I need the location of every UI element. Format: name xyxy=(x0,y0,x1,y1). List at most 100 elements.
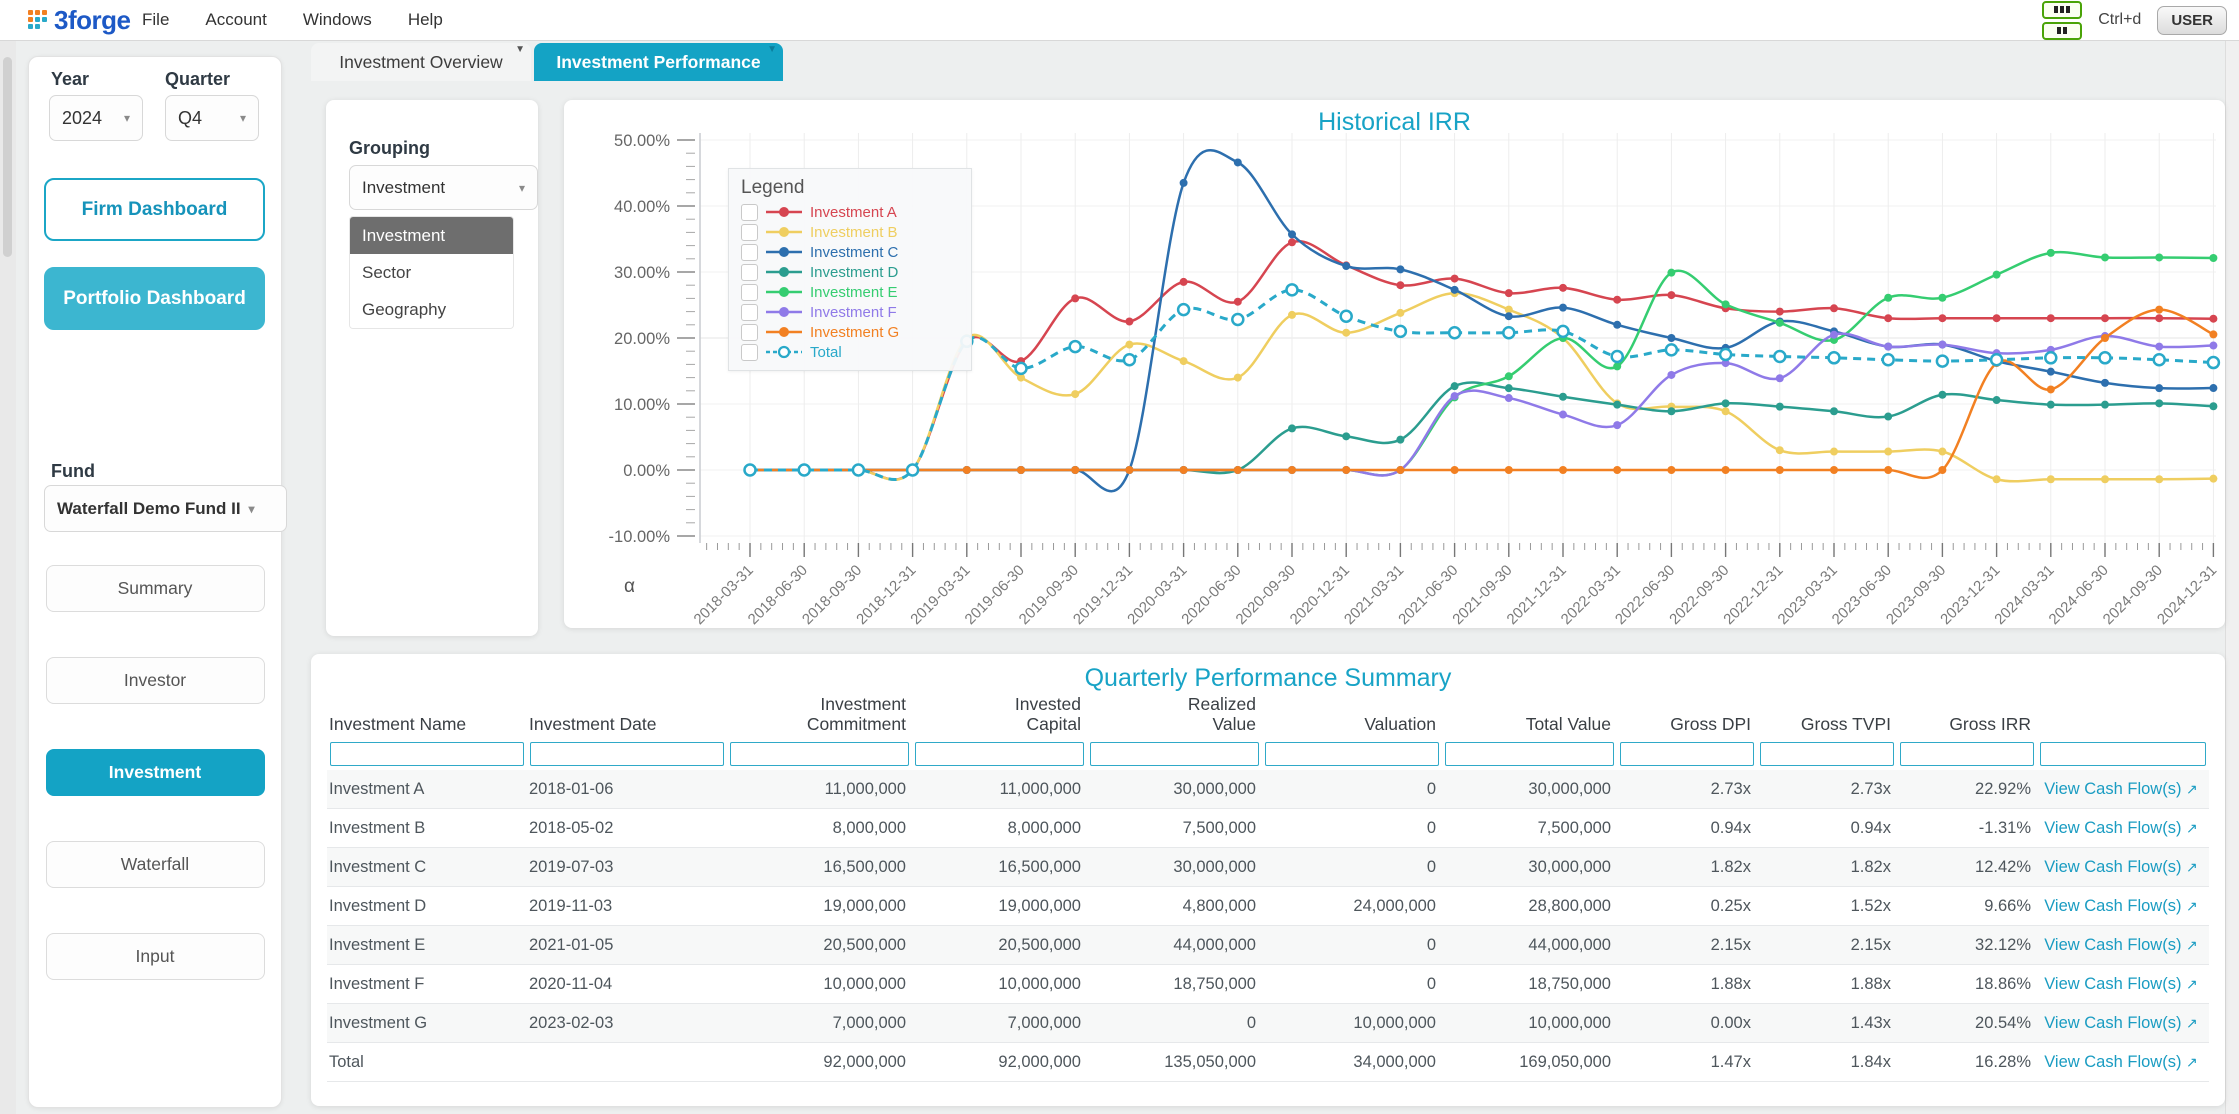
nav-summary-button[interactable]: Summary xyxy=(46,565,265,612)
filter-input-gross-dpi[interactable] xyxy=(1620,742,1754,766)
filter-input-investment-name[interactable] xyxy=(330,742,524,766)
nav-input-button[interactable]: Input xyxy=(46,933,265,980)
column-header-gross-tvpi[interactable]: Gross TVPI xyxy=(1757,694,1897,742)
quarter-select[interactable]: Q4 ▾ xyxy=(165,95,259,141)
filter-input-valuation[interactable] xyxy=(1265,742,1439,766)
cell-name: Investment F xyxy=(327,965,527,1004)
view-cash-flows-link[interactable]: View Cash Flow(s) ↗ xyxy=(2044,1053,2198,1071)
session-icon xyxy=(2042,22,2082,40)
view-cash-flows-link[interactable]: View Cash Flow(s) ↗ xyxy=(2044,780,2198,798)
left-scrollbar[interactable] xyxy=(0,41,16,1114)
tab-dropdown-icon[interactable]: ▼ xyxy=(515,44,525,55)
topbar-right-cluster: Ctrl+d USER xyxy=(2042,0,2227,40)
cell-total-value: 30,000,000 xyxy=(1442,770,1617,809)
view-cash-flows-link[interactable]: View Cash Flow(s) ↗ xyxy=(2044,936,2198,954)
filter-input-invested-capital[interactable] xyxy=(915,742,1084,766)
view-cash-flows-link[interactable]: View Cash Flow(s) ↗ xyxy=(2044,897,2198,915)
legend-checkbox[interactable] xyxy=(741,324,758,341)
grouping-option-geography[interactable]: Geography xyxy=(350,291,513,328)
filter-input-investment-commitment[interactable] xyxy=(730,742,909,766)
column-header-invested-capital[interactable]: Invested Capital xyxy=(912,694,1087,742)
grouping-select[interactable]: Investment ▾ xyxy=(349,165,538,210)
cell-valuation: 0 xyxy=(1262,848,1442,887)
external-link-icon: ↗ xyxy=(2186,781,2198,797)
view-cash-flows-link[interactable]: View Cash Flow(s) ↗ xyxy=(2044,819,2198,837)
right-scrollbar[interactable] xyxy=(2225,41,2239,1114)
legend-item-investment-c[interactable]: Investment C xyxy=(729,242,971,262)
filter-input-investment-date[interactable] xyxy=(530,742,724,766)
cell-dpi: 1.88x xyxy=(1617,965,1757,1004)
cell-dpi: 2.15x xyxy=(1617,926,1757,965)
table-row[interactable]: Investment D2019-11-0319,000,00019,000,0… xyxy=(327,887,2209,926)
legend-checkbox[interactable] xyxy=(741,284,758,301)
tab-investment-performance[interactable]: Investment Performance ▼ xyxy=(534,43,783,81)
legend-checkbox[interactable] xyxy=(741,244,758,261)
year-select[interactable]: 2024 ▾ xyxy=(49,95,143,141)
filter-input-gross-tvpi[interactable] xyxy=(1760,742,1894,766)
chevron-down-icon: ▾ xyxy=(519,181,525,195)
legend-checkbox[interactable] xyxy=(741,224,758,241)
cell-irr: 9.66% xyxy=(1897,887,2037,926)
filter-input-actions[interactable] xyxy=(2040,742,2206,766)
column-header-valuation[interactable]: Valuation xyxy=(1262,694,1442,742)
column-header-investment-commitment[interactable]: Investment Commitment xyxy=(727,694,912,742)
column-header-actions[interactable] xyxy=(2037,694,2209,742)
view-cash-flows-link[interactable]: View Cash Flow(s) ↗ xyxy=(2044,858,2198,876)
legend-label: Investment E xyxy=(810,284,898,301)
table-total-row[interactable]: Total92,000,00092,000,000135,050,00034,0… xyxy=(327,1043,2209,1082)
column-header-investment-date[interactable]: Investment Date xyxy=(527,694,727,742)
table-row[interactable]: Investment G2023-02-037,000,0007,000,000… xyxy=(327,1004,2209,1043)
nav-waterfall-button[interactable]: Waterfall xyxy=(46,841,265,888)
menu-windows[interactable]: Windows xyxy=(303,10,372,30)
legend-checkbox[interactable] xyxy=(741,204,758,221)
grouping-option-sector[interactable]: Sector xyxy=(350,254,513,291)
filter-input-gross-irr[interactable] xyxy=(1900,742,2034,766)
tab-dropdown-icon[interactable]: ▼ xyxy=(767,44,777,55)
cell-realized: 135,050,000 xyxy=(1087,1043,1262,1082)
table-row[interactable]: Investment E2021-01-0520,500,00020,500,0… xyxy=(327,926,2209,965)
legend-item-investment-d[interactable]: Investment D xyxy=(729,262,971,282)
portfolio-dashboard-button[interactable]: Portfolio Dashboard xyxy=(44,267,265,330)
cell-valuation: 34,000,000 xyxy=(1262,1043,1442,1082)
menu-file[interactable]: File xyxy=(142,10,169,30)
column-header-investment-name[interactable]: Investment Name xyxy=(327,694,527,742)
filter-input-total-value[interactable] xyxy=(1445,742,1614,766)
legend-checkbox[interactable] xyxy=(741,344,758,361)
table-row[interactable]: Investment B2018-05-028,000,0008,000,000… xyxy=(327,809,2209,848)
svg-text:10.00%: 10.00% xyxy=(614,396,670,414)
nav-investor-button[interactable]: Investor xyxy=(46,657,265,704)
legend-item-investment-g[interactable]: Investment G xyxy=(729,322,971,342)
legend-item-investment-f[interactable]: Investment F xyxy=(729,302,971,322)
firm-dashboard-button[interactable]: Firm Dashboard xyxy=(44,178,265,241)
legend-item-investment-a[interactable]: Investment A xyxy=(729,202,971,222)
column-header-total-value[interactable]: Total Value xyxy=(1442,694,1617,742)
column-header-realized-value[interactable]: Realized Value xyxy=(1087,694,1262,742)
external-link-icon: ↗ xyxy=(2186,1015,2198,1031)
column-header-gross-irr[interactable]: Gross IRR xyxy=(1897,694,2037,742)
table-row[interactable]: Investment A2018-01-0611,000,00011,000,0… xyxy=(327,770,2209,809)
column-header-gross-dpi[interactable]: Gross DPI xyxy=(1617,694,1757,742)
fund-select[interactable]: Waterfall Demo Fund II ▾ xyxy=(44,485,287,532)
cell-date: 2019-07-03 xyxy=(527,848,727,887)
view-cash-flows-link[interactable]: View Cash Flow(s) ↗ xyxy=(2044,975,2198,993)
menu-account[interactable]: Account xyxy=(205,10,266,30)
cell-name: Investment A xyxy=(327,770,527,809)
legend-checkbox[interactable] xyxy=(741,304,758,321)
cell-irr: -1.31% xyxy=(1897,809,2037,848)
nav-investment-button[interactable]: Investment xyxy=(46,749,265,796)
view-cash-flows-link[interactable]: View Cash Flow(s) ↗ xyxy=(2044,1014,2198,1032)
tab-investment-overview[interactable]: Investment Overview ▼ xyxy=(311,43,531,81)
table-row[interactable]: Investment F2020-11-0410,000,00010,000,0… xyxy=(327,965,2209,1004)
legend-marker-icon xyxy=(766,245,802,259)
cell-realized: 4,800,000 xyxy=(1087,887,1262,926)
legend-item-investment-e[interactable]: Investment E xyxy=(729,282,971,302)
svg-text:30.00%: 30.00% xyxy=(614,264,670,282)
legend-item-total[interactable]: Total xyxy=(729,342,971,362)
grouping-option-investment[interactable]: Investment xyxy=(350,217,513,254)
table-row[interactable]: Investment C2019-07-0316,500,00016,500,0… xyxy=(327,848,2209,887)
user-button[interactable]: USER xyxy=(2157,6,2227,35)
menu-help[interactable]: Help xyxy=(408,10,443,30)
filter-input-realized-value[interactable] xyxy=(1090,742,1259,766)
legend-checkbox[interactable] xyxy=(741,264,758,281)
legend-item-investment-b[interactable]: Investment B xyxy=(729,222,971,242)
